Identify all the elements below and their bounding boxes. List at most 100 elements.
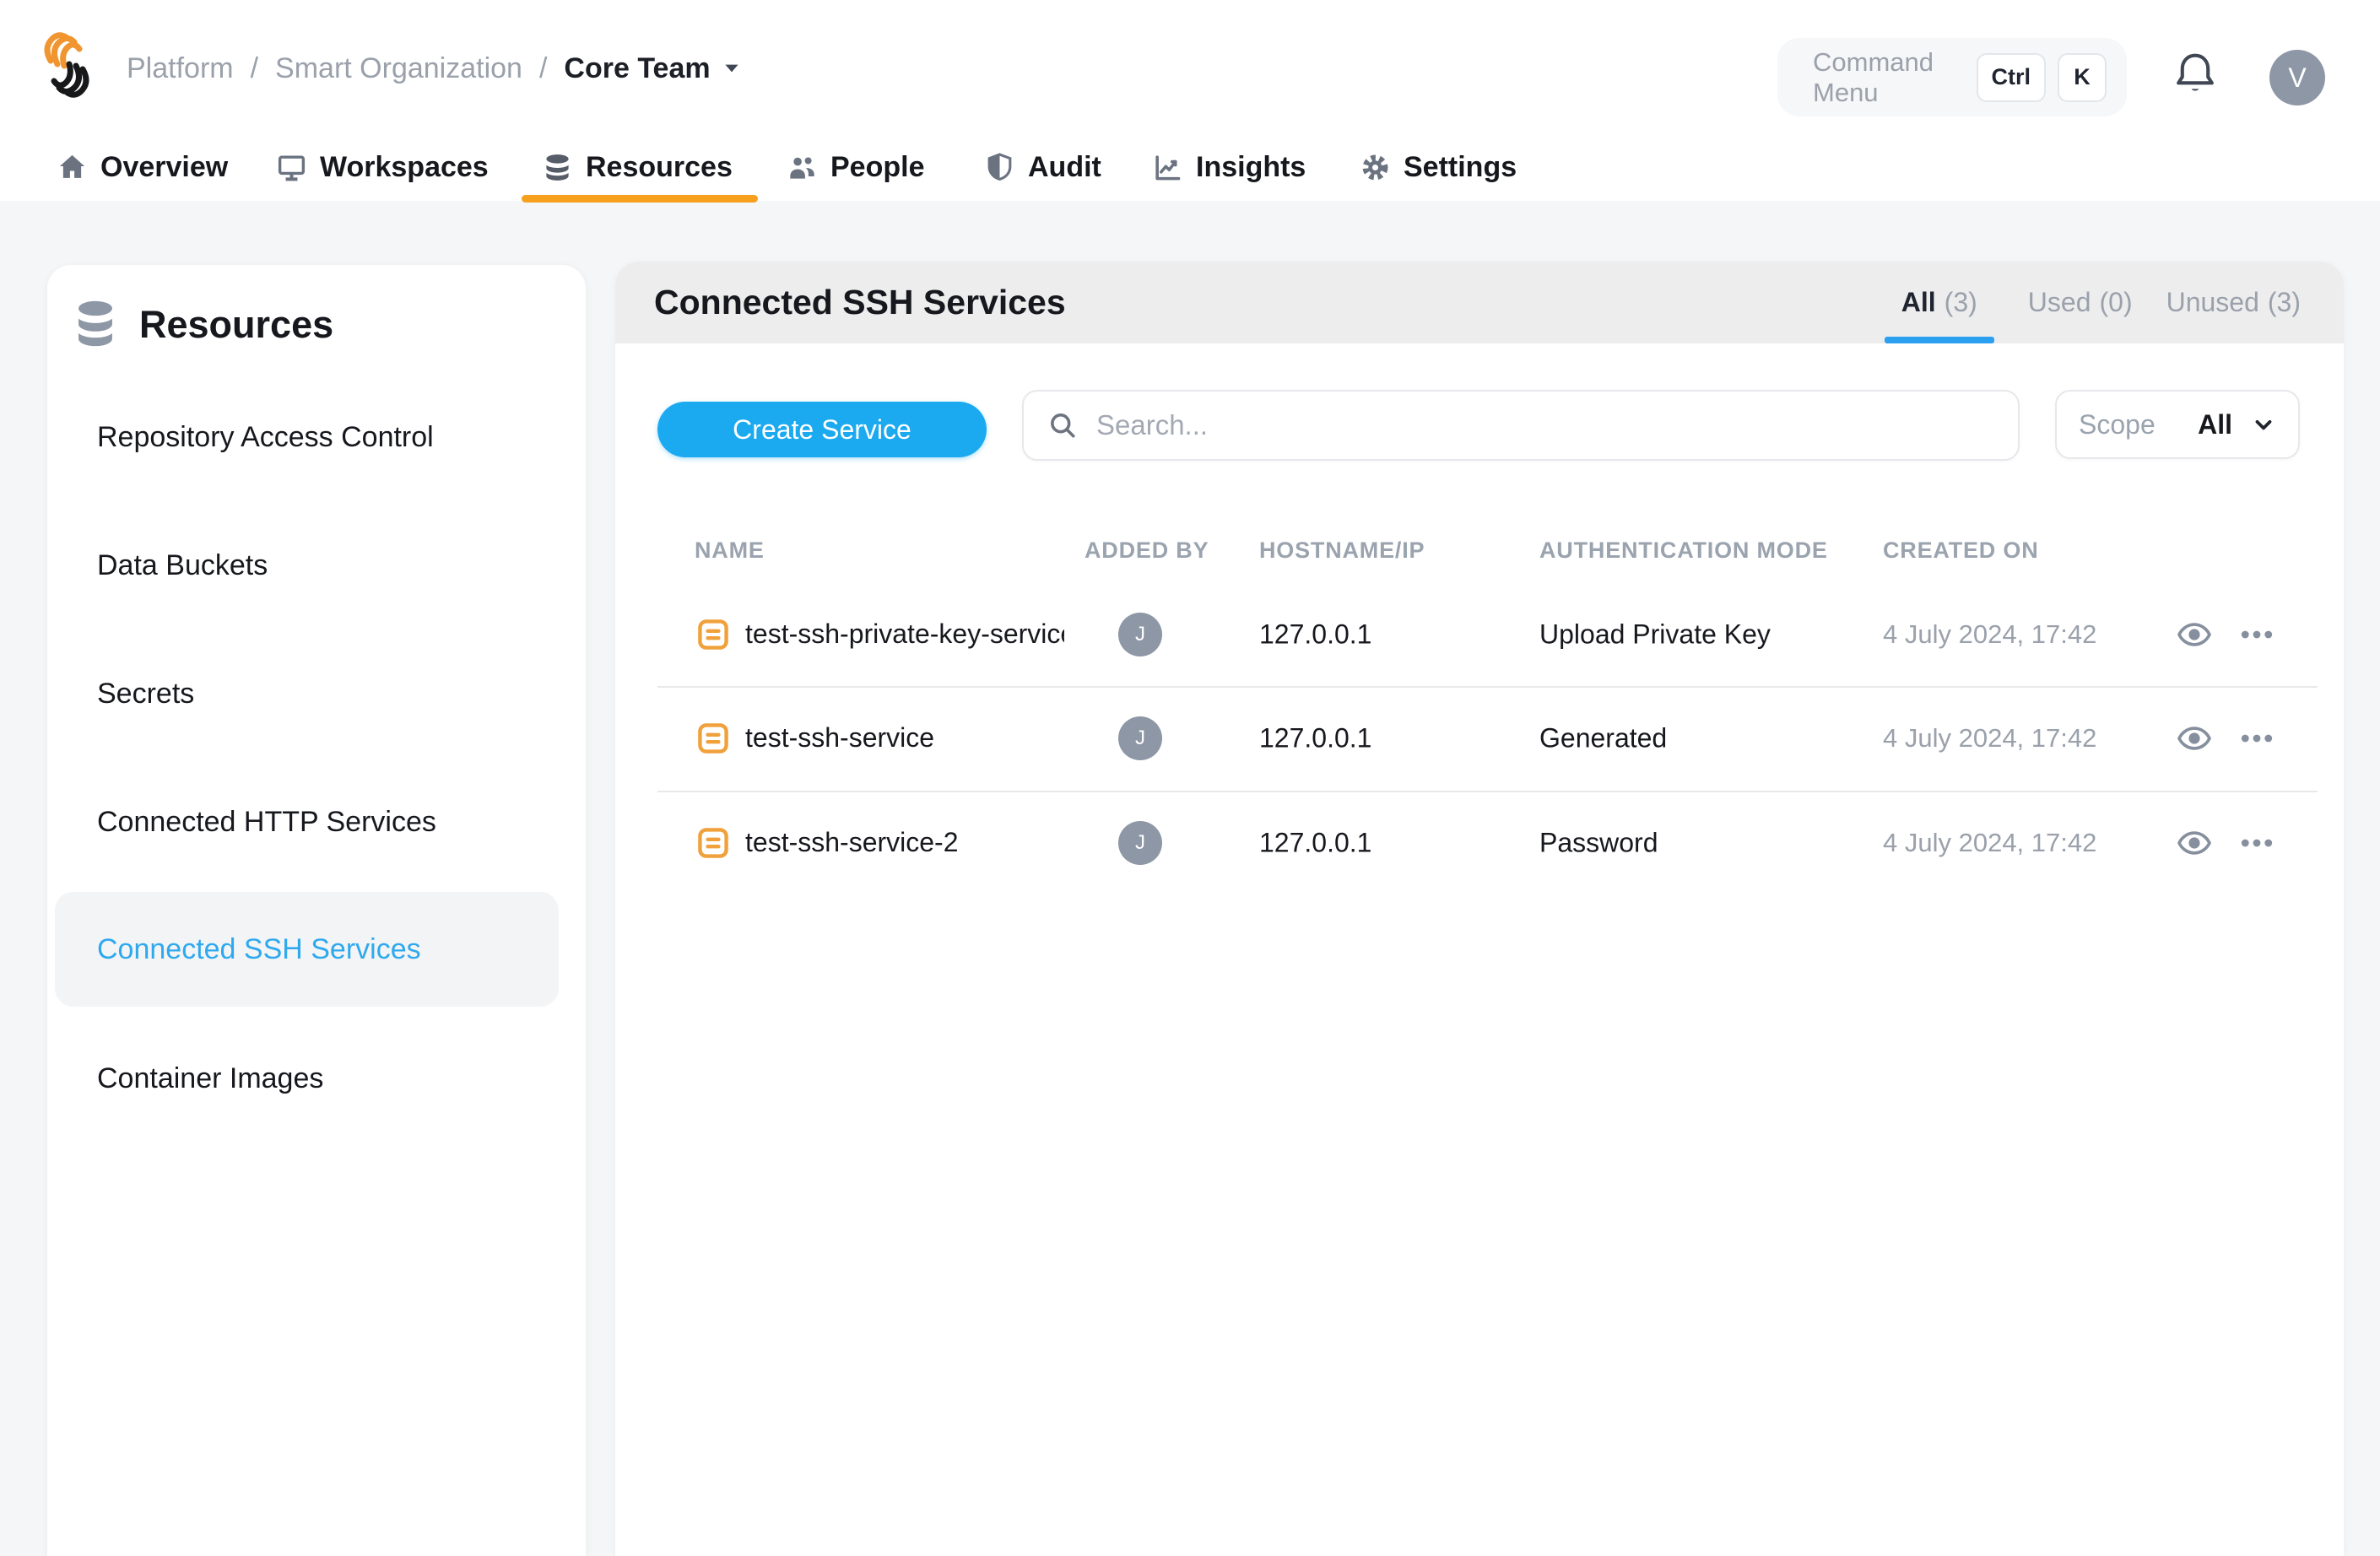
- table-row[interactable]: test-ssh-private-key-service J 127.0.0.1…: [615, 582, 2344, 686]
- sidebar-item-connected-ssh-services[interactable]: Connected SSH Services: [97, 929, 421, 970]
- brand-logo-icon[interactable]: [39, 27, 95, 103]
- breadcrumb: Platform / Smart Organization / Core Tea…: [127, 47, 743, 89]
- sidebar-item-connected-http-services[interactable]: Connected HTTP Services: [97, 802, 436, 842]
- filter-unused-count: (3): [2268, 287, 2301, 318]
- added-by-initial: J: [1135, 623, 1145, 646]
- tab-insights-label: Insights: [1196, 151, 1306, 184]
- filter-used-label: Used: [2028, 287, 2091, 318]
- command-menu-button[interactable]: Command Menu Ctrl K: [1777, 38, 2127, 116]
- create-service-button[interactable]: Create Service: [657, 402, 987, 457]
- filter-used-count: (0): [2099, 287, 2132, 318]
- eye-icon: [2176, 616, 2213, 653]
- filter-tab-unused[interactable]: Unused (3): [2166, 262, 2301, 343]
- view-button[interactable]: [2175, 824, 2214, 862]
- kbd-ctrl: Ctrl: [1977, 53, 2047, 102]
- hostname-cell: 127.0.0.1: [1259, 827, 1371, 858]
- added-by-initial: J: [1135, 727, 1145, 750]
- sidebar-title: Resources: [139, 303, 333, 347]
- command-menu-label: Command Menu: [1813, 47, 1965, 108]
- breadcrumb-organization[interactable]: Smart Organization: [275, 52, 522, 85]
- tab-people[interactable]: People: [787, 139, 924, 195]
- tab-settings-label: Settings: [1404, 151, 1517, 184]
- service-name-cell: test-ssh-service-2: [695, 824, 959, 862]
- row-actions: [2175, 615, 2276, 654]
- service-name: test-ssh-private-key-service: [745, 619, 1064, 650]
- hostname-cell: 127.0.0.1: [1259, 619, 1371, 650]
- created-on-cell: 4 July 2024, 17:42: [1883, 723, 2096, 754]
- tab-workspaces[interactable]: Workspaces: [276, 139, 489, 195]
- ellipsis-icon: [2238, 720, 2275, 757]
- sidebar-header: Resources: [73, 299, 333, 351]
- sidebar-item-container-images[interactable]: Container Images: [97, 1058, 323, 1099]
- service-file-icon: [695, 616, 732, 653]
- user-avatar[interactable]: V: [2269, 50, 2325, 105]
- column-header-hostname: HOSTNAME/IP: [1259, 533, 1425, 567]
- table-row[interactable]: test-ssh-service-2 J 127.0.0.1 Password …: [615, 791, 2344, 894]
- filter-all-label: All: [1901, 287, 1936, 318]
- caret-down-icon: [721, 57, 743, 79]
- main-panel: Connected SSH Services All (3) Used (0) …: [615, 262, 2344, 1556]
- tab-audit[interactable]: Audit: [984, 139, 1101, 195]
- breadcrumb-platform[interactable]: Platform: [127, 52, 234, 85]
- search-input[interactable]: [1096, 409, 1994, 441]
- view-button[interactable]: [2175, 615, 2214, 654]
- breadcrumb-separator: /: [251, 52, 258, 85]
- ellipsis-icon: [2238, 616, 2275, 653]
- view-button[interactable]: [2175, 719, 2214, 758]
- created-on-cell: 4 July 2024, 17:42: [1883, 619, 2096, 650]
- added-by-avatar[interactable]: J: [1118, 716, 1162, 760]
- tab-overview-label: Overview: [100, 151, 228, 184]
- tab-insights[interactable]: Insights: [1152, 139, 1306, 195]
- breadcrumb-team-dropdown[interactable]: Core Team: [564, 52, 742, 85]
- service-name-cell: test-ssh-private-key-service: [695, 616, 1064, 653]
- created-on-cell: 4 July 2024, 17:42: [1883, 828, 2096, 858]
- sidebar-item-secrets[interactable]: Secrets: [97, 673, 194, 714]
- filter-tab-all[interactable]: All (3): [1885, 262, 1994, 343]
- row-menu-button[interactable]: [2237, 719, 2276, 758]
- notifications-bell-icon[interactable]: [2171, 49, 2220, 98]
- chevron-down-icon: [2251, 412, 2276, 437]
- eye-icon: [2176, 720, 2213, 757]
- added-by-avatar[interactable]: J: [1118, 613, 1162, 656]
- home-icon: [57, 152, 88, 183]
- row-actions: [2175, 719, 2276, 758]
- ellipsis-icon: [2238, 824, 2275, 862]
- breadcrumb-team-label: Core Team: [564, 52, 710, 85]
- scope-dropdown[interactable]: Scope All: [2055, 390, 2300, 459]
- scope-label: Scope: [2079, 409, 2156, 440]
- resources-sidebar: Resources Repository Access Control Data…: [47, 265, 586, 1556]
- page-title: Connected SSH Services: [654, 262, 1066, 343]
- service-name: test-ssh-service: [745, 722, 934, 754]
- active-tab-underline: [522, 195, 758, 203]
- hostname-cell: 127.0.0.1: [1259, 722, 1371, 754]
- breadcrumb-separator: /: [539, 52, 547, 85]
- row-menu-button[interactable]: [2237, 615, 2276, 654]
- service-file-icon: [695, 824, 732, 862]
- filter-all-count: (3): [1945, 287, 1977, 318]
- people-icon: [787, 152, 818, 183]
- row-menu-button[interactable]: [2237, 824, 2276, 862]
- search-box: [1022, 390, 2020, 461]
- panel-header: Connected SSH Services All (3) Used (0) …: [615, 262, 2344, 343]
- auth-mode-cell: Generated: [1539, 722, 1667, 754]
- tab-settings[interactable]: Settings: [1360, 139, 1517, 195]
- table-row[interactable]: test-ssh-service J 127.0.0.1 Generated 4…: [615, 686, 2344, 790]
- filter-tab-used[interactable]: Used (0): [2028, 262, 2133, 343]
- shield-icon: [984, 152, 1015, 183]
- added-by-avatar[interactable]: J: [1118, 821, 1162, 865]
- service-file-icon: [695, 720, 732, 757]
- gear-icon: [1360, 152, 1391, 183]
- service-name-cell: test-ssh-service: [695, 720, 934, 757]
- filter-unused-label: Unused: [2166, 287, 2259, 318]
- database-icon: [542, 152, 573, 183]
- tab-overview[interactable]: Overview: [57, 139, 228, 195]
- sidebar-item-data-buckets[interactable]: Data Buckets: [97, 545, 268, 586]
- eye-icon: [2176, 824, 2213, 862]
- tab-resources-label: Resources: [586, 151, 733, 184]
- chart-icon: [1152, 152, 1183, 183]
- tab-workspaces-label: Workspaces: [320, 151, 489, 184]
- tab-resources[interactable]: Resources: [542, 139, 733, 195]
- kbd-k: K: [2058, 53, 2107, 102]
- top-bar: Platform / Smart Organization / Core Tea…: [0, 0, 2380, 201]
- sidebar-item-repository-access-control[interactable]: Repository Access Control: [97, 417, 434, 457]
